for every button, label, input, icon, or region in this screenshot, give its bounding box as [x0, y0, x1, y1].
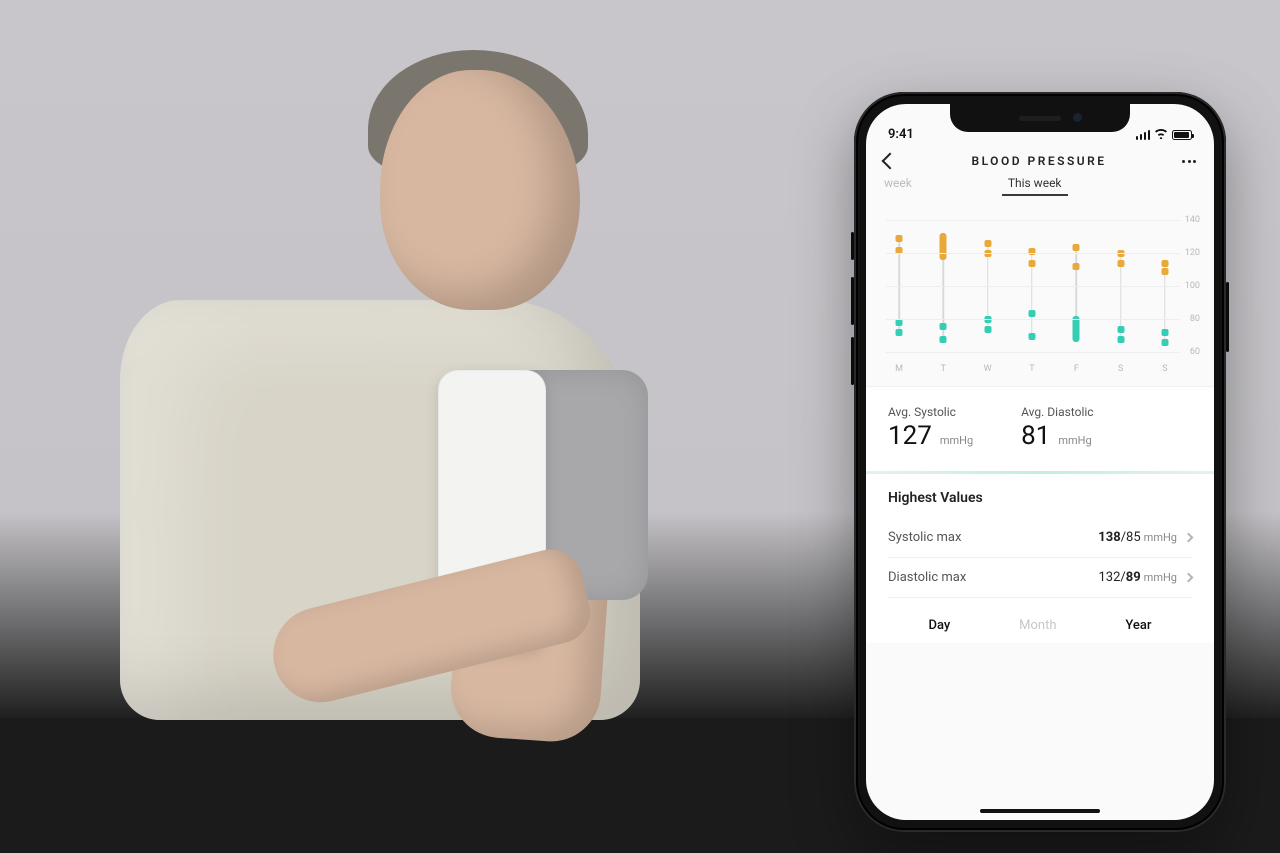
chart-ytick: 140: [1185, 215, 1200, 225]
averages-card: Avg. Systolic 127 mmHg Avg. Diastolic 81…: [866, 386, 1214, 471]
diastolic-max-label: Diastolic max: [888, 570, 966, 585]
phone-notch: [950, 104, 1130, 132]
avg-diastolic-unit: mmHg: [1058, 434, 1091, 447]
time-range-tabs: week This week: [866, 176, 1214, 196]
granularity-switch: Day Month Year: [866, 604, 1214, 643]
avg-systolic-unit: mmHg: [940, 434, 973, 447]
highest-values-title: Highest Values: [888, 490, 1192, 506]
chart-xtick: S: [1156, 364, 1174, 374]
diastolic-max-row[interactable]: Diastolic max 132/89mmHg: [888, 558, 1192, 598]
chart-xtick: F: [1067, 364, 1085, 374]
systolic-max-label: Systolic max: [888, 530, 961, 545]
chart-xtick: W: [979, 364, 997, 374]
back-button[interactable]: [882, 153, 899, 170]
home-indicator[interactable]: [980, 809, 1100, 813]
chart-ytick: 60: [1190, 347, 1200, 357]
avg-systolic-value: 127: [888, 421, 932, 451]
person-illustration: +: [40, 40, 800, 820]
avg-diastolic-value: 81: [1021, 421, 1050, 451]
chart-ytick: 100: [1185, 281, 1200, 291]
avg-systolic-label: Avg. Systolic: [888, 405, 973, 419]
avg-systolic: Avg. Systolic 127 mmHg: [888, 405, 973, 451]
chart-xtick: T: [1023, 364, 1041, 374]
bp-range-chart: M T W T F S S 60 80 100 120 140: [866, 210, 1214, 378]
tab-previous-week[interactable]: week: [884, 176, 912, 196]
accent-divider: [866, 471, 1214, 474]
status-time: 9:41: [888, 127, 914, 142]
app-screen: 9:41 BLOOD PRESSURE week This week M T W T F…: [866, 104, 1214, 820]
chart-xtick: T: [934, 364, 952, 374]
signal-icon: [1136, 130, 1151, 140]
chart-xtick: M: [890, 364, 908, 374]
chevron-right-icon: [1184, 533, 1194, 543]
phone-mockup: 9:41 BLOOD PRESSURE week This week M T W T F…: [854, 92, 1226, 832]
systolic-max-row[interactable]: Systolic max 138/85mmHg: [888, 518, 1192, 558]
wifi-icon: [1154, 128, 1168, 142]
chart-xtick: S: [1112, 364, 1130, 374]
chart-ytick: 80: [1190, 314, 1200, 324]
battery-icon: [1172, 130, 1192, 140]
chevron-right-icon: [1184, 573, 1194, 583]
highest-values-card: Highest Values Systolic max 138/85mmHg D…: [866, 474, 1214, 604]
granularity-month[interactable]: Month: [1019, 618, 1056, 633]
granularity-day[interactable]: Day: [928, 618, 950, 633]
chart-ytick: 120: [1185, 248, 1200, 258]
more-options-button[interactable]: [1182, 160, 1196, 163]
tab-this-week[interactable]: This week: [1008, 176, 1062, 196]
granularity-year[interactable]: Year: [1125, 618, 1151, 633]
avg-diastolic: Avg. Diastolic 81 mmHg: [1021, 405, 1093, 451]
avg-diastolic-label: Avg. Diastolic: [1021, 405, 1093, 419]
page-title: BLOOD PRESSURE: [971, 154, 1106, 168]
